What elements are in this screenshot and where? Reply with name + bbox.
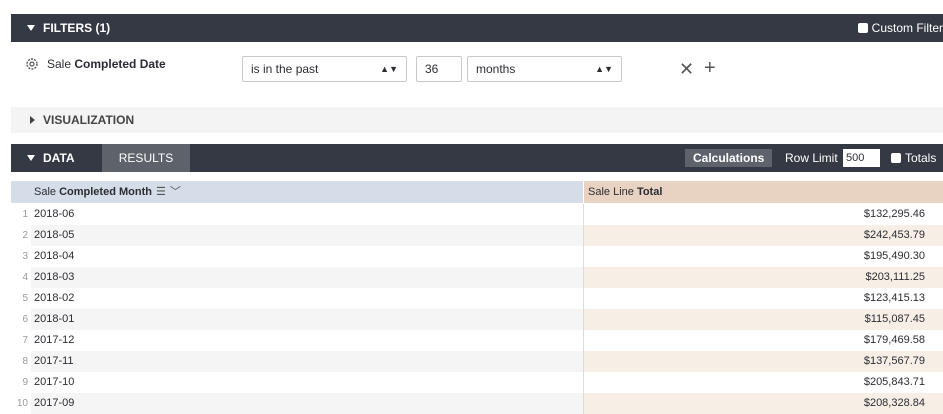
total-cell[interactable]: $115,087.45 [584, 309, 943, 330]
table-row: 5 2018-02 $123,415.13 [11, 288, 943, 309]
total-cell[interactable]: $123,415.13 [584, 288, 943, 309]
table-row: 2 2018-05 $242,453.79 [11, 225, 943, 246]
row-limit-label: Row Limit [785, 151, 838, 165]
operator-select[interactable]: is in the past ▲▼ [242, 56, 407, 82]
totals-label: Totals [905, 151, 937, 165]
month-cell[interactable]: 2017-11 [34, 351, 74, 372]
dimension-cell-bg [31, 309, 583, 330]
measure-header[interactable]: Sale Line Total [584, 181, 943, 203]
month-cell[interactable]: 2018-04 [34, 246, 74, 267]
dimension-cell-bg [31, 288, 583, 309]
row-number: 4 [22, 272, 28, 283]
month-cell[interactable]: 2017-10 [34, 372, 74, 393]
tab-results[interactable]: RESULTS [102, 144, 190, 172]
row-number-header [11, 181, 31, 203]
month-cell[interactable]: 2018-03 [34, 267, 74, 288]
filter-field-label: Sale Completed Date [47, 57, 166, 71]
custom-filter-toggle[interactable]: Custom Filter [857, 21, 943, 35]
table-row: 1 2018-06 $132,295.46 [11, 204, 943, 225]
visualization-title: VISUALIZATION [43, 113, 135, 127]
month-cell[interactable]: 2018-05 [34, 225, 74, 246]
filter-field-prefix: Sale [47, 57, 75, 71]
chevron-down-icon[interactable]: ﹀ [170, 186, 181, 198]
operator-value: is in the past [251, 62, 319, 76]
table-row: 7 2017-12 $179,469.58 [11, 330, 943, 351]
month-cell[interactable]: 2017-12 [34, 330, 74, 351]
total-cell[interactable]: $132,295.46 [584, 204, 943, 225]
table-row: 10 2017-09 $208,328.84 [11, 393, 943, 414]
dimension-cell-bg [31, 204, 583, 225]
dimension-cell-bg [31, 267, 583, 288]
value-text: 36 [425, 62, 439, 76]
value-input[interactable]: 36 [416, 56, 462, 82]
month-cell[interactable]: 2018-02 [34, 288, 74, 309]
row-number: 3 [22, 251, 28, 262]
row-number: 5 [22, 293, 28, 304]
total-cell[interactable]: $203,111.25 [584, 267, 943, 288]
dim-header-name: Completed Month [59, 186, 152, 198]
unit-value: months [476, 62, 516, 76]
filters-title: FILTERS (1) [43, 21, 111, 35]
checkbox-icon[interactable] [857, 23, 868, 33]
visualization-header[interactable]: VISUALIZATION [11, 107, 943, 133]
row-number: 2 [22, 230, 28, 241]
unit-select[interactable]: months ▲▼ [467, 56, 622, 82]
month-cell[interactable]: 2017-09 [34, 393, 74, 414]
dimension-cell-bg [31, 330, 583, 351]
table-row: 4 2018-03 $203,111.25 [11, 267, 943, 288]
dimension-cell-bg [31, 246, 583, 267]
close-icon[interactable]: ✕ [679, 60, 694, 78]
total-cell[interactable]: $137,567.79 [584, 351, 943, 372]
caret-right-icon [30, 116, 35, 124]
total-cell[interactable]: $242,453.79 [584, 225, 943, 246]
row-number: 6 [22, 314, 28, 325]
row-number: 8 [22, 356, 28, 367]
dim-header-prefix: Sale [34, 186, 60, 198]
caret-down-icon [27, 155, 35, 161]
total-cell[interactable]: $208,328.84 [584, 393, 943, 414]
sort-icon[interactable]: ☰ [156, 186, 166, 198]
dimension-cell-bg [31, 372, 583, 393]
dimension-cell-bg [31, 393, 583, 414]
table-row: 9 2017-10 $205,843.71 [11, 372, 943, 393]
data-header[interactable]: DATA RESULTS Calculations Row Limit 500 … [11, 144, 943, 172]
filters-header[interactable]: FILTERS (1) Custom Filter [11, 14, 943, 42]
row-limit-input[interactable]: 500 [843, 149, 880, 167]
table-row: 6 2018-01 $115,087.45 [11, 309, 943, 330]
row-number: 1 [22, 209, 28, 220]
select-arrows-icon: ▲▼ [380, 64, 398, 74]
plus-icon[interactable]: + [704, 58, 716, 78]
total-cell[interactable]: $179,469.58 [584, 330, 943, 351]
checkbox-icon[interactable] [891, 153, 901, 163]
dimension-cell-bg [31, 225, 583, 246]
row-number: 7 [22, 335, 28, 346]
caret-down-icon [27, 25, 35, 31]
dimension-header[interactable]: Sale Completed Month ☰ ﹀ [31, 181, 583, 203]
data-title: DATA [43, 151, 75, 165]
meas-header-name: Total [636, 186, 663, 198]
totals-toggle[interactable]: Totals [891, 151, 936, 165]
table-row: 8 2017-11 $137,567.79 [11, 351, 943, 372]
row-number: 9 [22, 377, 28, 388]
total-cell[interactable]: $205,843.71 [584, 372, 943, 393]
month-cell[interactable]: 2018-01 [34, 309, 74, 330]
gear-icon[interactable] [25, 57, 39, 71]
row-number: 10 [16, 398, 28, 409]
custom-filter-label: Custom Filter [871, 21, 943, 35]
month-cell[interactable]: 2018-06 [34, 204, 74, 225]
filter-field-name: Completed Date [74, 57, 166, 71]
total-cell[interactable]: $195,490.30 [584, 246, 943, 267]
dimension-cell-bg [31, 351, 583, 372]
meas-header-prefix: Sale Line [588, 186, 637, 198]
calculations-button[interactable]: Calculations [685, 149, 773, 167]
table-row: 3 2018-04 $195,490.30 [11, 246, 943, 267]
select-arrows-icon: ▲▼ [595, 64, 613, 74]
